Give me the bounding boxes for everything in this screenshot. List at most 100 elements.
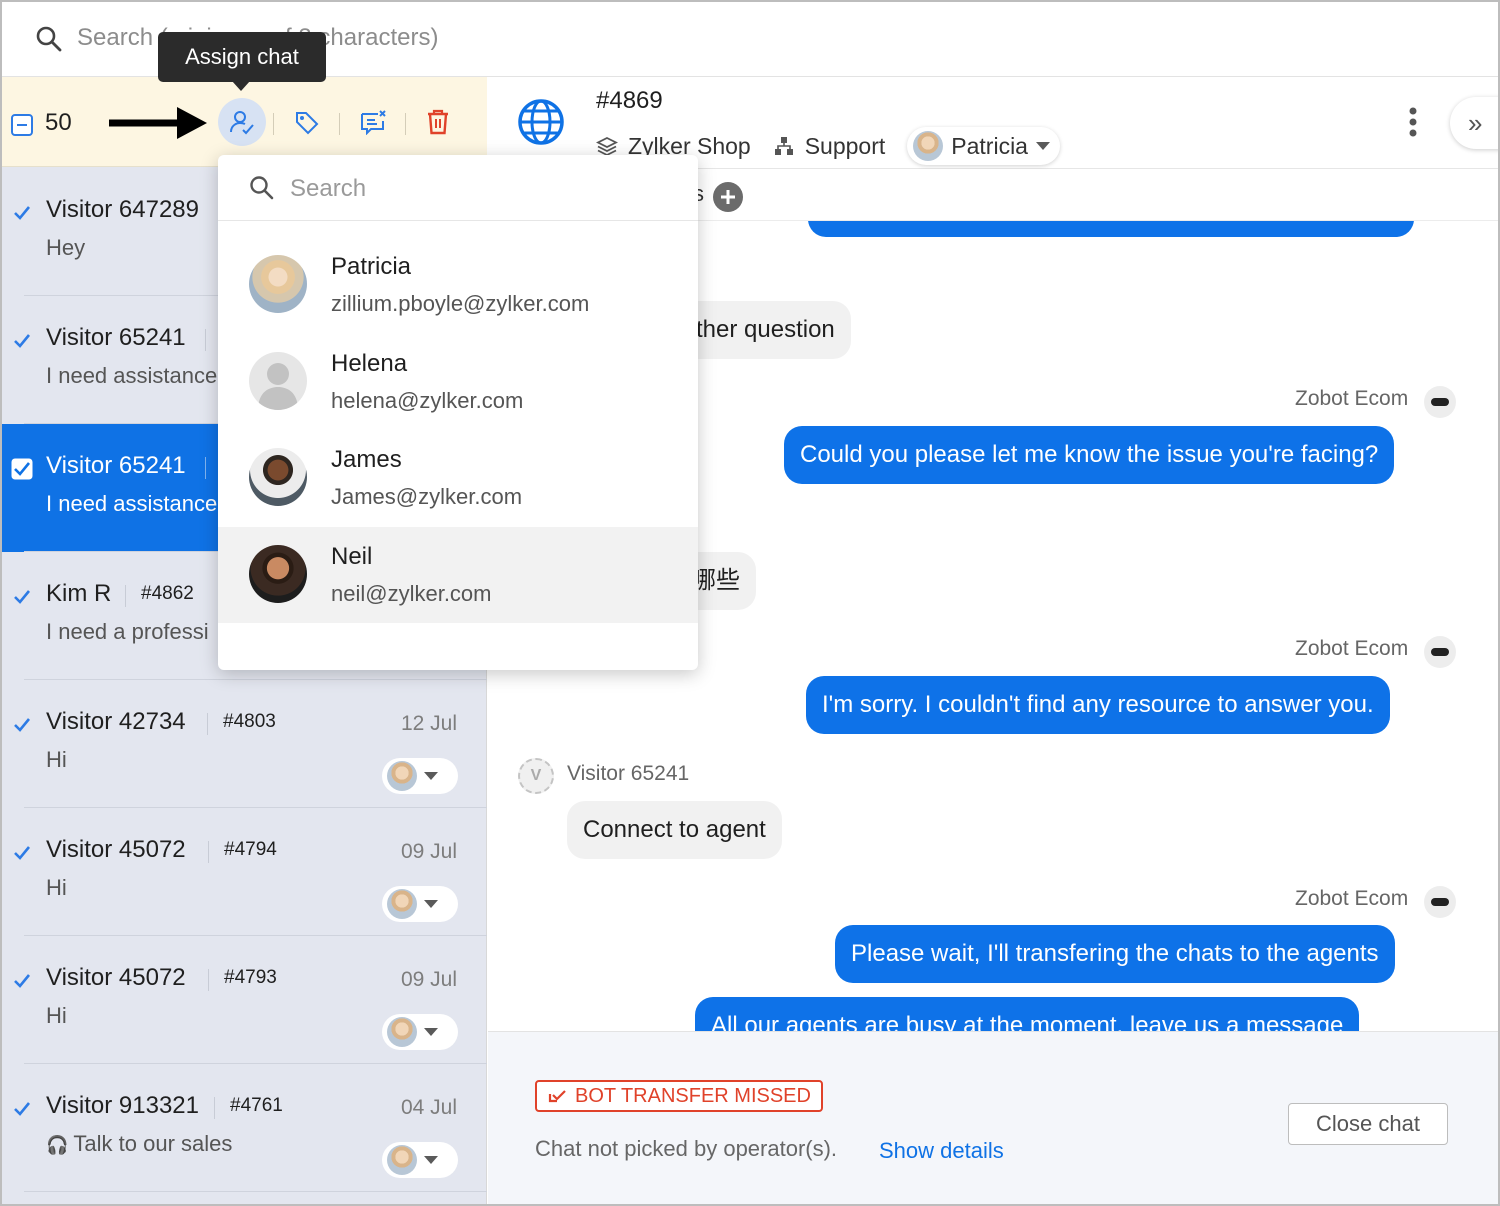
- message-bubble: ther question: [678, 301, 851, 359]
- divider: [24, 1191, 487, 1192]
- agent-option[interactable]: Helena helena@zylker.com: [218, 334, 698, 430]
- add-tag-icon[interactable]: [712, 181, 744, 213]
- sender-name: Zobot Ecom: [1295, 387, 1409, 410]
- checkbox-checked-icon[interactable]: [11, 714, 33, 736]
- chat-list-item[interactable]: Visitor 42734 #4803 Hi 12 Jul: [2, 680, 487, 808]
- assign-chat-button[interactable]: [218, 98, 266, 146]
- chat-id: #4761: [230, 1095, 283, 1116]
- agent-name: Patricia: [331, 253, 412, 280]
- message-bubble: I'm sorry. I couldn't find any resource …: [806, 676, 1390, 734]
- divider: [205, 457, 206, 479]
- message-bubble: Connect to agent: [567, 801, 782, 859]
- chat-list-item[interactable]: Visitor 913321 #4761 🎧 Talk to our sales 04…: [2, 1064, 487, 1192]
- bot-avatar-icon: [1424, 636, 1456, 668]
- chat-id: #4794: [224, 839, 277, 860]
- assign-user-icon: [230, 111, 254, 135]
- avatar: [913, 131, 944, 161]
- checkbox-checked-icon[interactable]: [11, 842, 33, 864]
- assigned-agent-dropdown[interactable]: Patricia: [907, 127, 1060, 165]
- bot-avatar-icon: [1424, 386, 1456, 418]
- avatar: [387, 761, 417, 791]
- department-icon: [774, 137, 793, 155]
- trash-icon: [428, 109, 448, 135]
- headset-icon: 🎧: [46, 1135, 74, 1155]
- agent-email: James@zylker.com: [331, 484, 523, 509]
- expand-panel-button[interactable]: »: [1450, 97, 1498, 149]
- status-note: Chat not picked by operator(s).: [535, 1136, 838, 1161]
- last-message: Hi: [46, 875, 67, 901]
- divider: [205, 329, 206, 351]
- assign-agent-chip[interactable]: [382, 1014, 458, 1050]
- assign-agent-chip[interactable]: [382, 1142, 458, 1178]
- visitor-name: Visitor 65241: [46, 324, 186, 351]
- last-message-text: Hi: [46, 875, 67, 900]
- divider: [214, 1097, 215, 1119]
- assigned-agent-name: Patricia: [951, 132, 1028, 159]
- chat-id: #4862: [141, 583, 194, 604]
- message-bubble-partial: [808, 221, 1414, 237]
- assign-agent-chip[interactable]: [382, 886, 458, 922]
- tag-icon: [296, 112, 319, 135]
- agent-option[interactable]: James James@zylker.com: [218, 430, 698, 526]
- close-chats-button[interactable]: [349, 98, 397, 146]
- chat-date: 04 Jul: [400, 1096, 457, 1119]
- status-badge: BOT TRANSFER MISSED: [535, 1080, 823, 1112]
- assign-agent-dropdown: Search Patricia zillium.pboyle@zylker.co…: [218, 155, 698, 670]
- agent-option[interactable]: Patricia zillium.pboyle@zylker.com: [218, 237, 698, 333]
- agent-name: Helena: [331, 350, 408, 377]
- divider: [208, 969, 209, 991]
- divider: [125, 585, 126, 607]
- checkbox-checked-icon[interactable]: [11, 330, 33, 352]
- caret-down-icon: [424, 1156, 438, 1164]
- assign-chat-tooltip: Assign chat: [158, 32, 326, 91]
- last-message: I need assistance: [46, 491, 217, 517]
- agent-email: neil@zylker.com: [331, 581, 492, 606]
- visitor-name: Visitor 42734: [46, 708, 186, 735]
- double-chevron-right-icon: »: [1468, 107, 1483, 138]
- last-message: Hi: [46, 1003, 67, 1029]
- checkbox-checked-icon[interactable]: [11, 202, 33, 224]
- chat-list-item[interactable]: Visitor 45072 #4793 Hi 09 Jul: [2, 936, 487, 1064]
- deselect-all-checkbox[interactable]: [11, 114, 33, 136]
- checkbox-checked-icon[interactable]: [11, 970, 33, 992]
- divider: [207, 713, 208, 735]
- checkbox-checked-icon[interactable]: [11, 586, 33, 608]
- checkbox-checked-icon[interactable]: [11, 458, 33, 480]
- sender-name: Visitor 65241: [567, 762, 690, 785]
- last-message: Hi: [46, 747, 67, 773]
- visitor-name: Visitor 45072: [46, 964, 186, 991]
- avatar: [249, 545, 307, 603]
- agent-email: helena@zylker.com: [331, 388, 524, 413]
- missed-arrow-icon: [548, 1090, 566, 1103]
- last-message-text: I need a professi: [46, 619, 209, 644]
- agent-option[interactable]: Neil neil@zylker.com: [218, 527, 698, 623]
- last-message-text: Hi: [46, 1003, 67, 1028]
- chat-list-item[interactable]: Visitor 45072 #4794 Hi 09 Jul: [2, 808, 487, 936]
- tag-chat-button[interactable]: [283, 98, 331, 146]
- last-message-text: Hi: [46, 747, 67, 772]
- delete-chats-button[interactable]: [414, 98, 462, 146]
- message-close-icon: [361, 110, 386, 135]
- last-message-text: I need assistance: [46, 363, 218, 388]
- chat-id: #4803: [223, 711, 276, 732]
- caret-down-icon: [424, 1028, 438, 1036]
- agent-search-field[interactable]: Search: [218, 155, 698, 221]
- last-message: I need assistance: [46, 363, 217, 389]
- selected-count: 50: [45, 109, 72, 136]
- message-bubble: All our agents are busy at the moment, l…: [695, 997, 1360, 1031]
- chat-status-footer: BOT TRANSFER MISSED Chat not picked by o…: [488, 1031, 1498, 1204]
- resize-handle[interactable]: ⋮: [1491, 632, 1498, 653]
- agent-search-input[interactable]: Search: [290, 175, 366, 203]
- status-badge-label: BOT TRANSFER MISSED: [575, 1085, 811, 1107]
- show-details-link[interactable]: Show details: [879, 1138, 1004, 1164]
- more-options-icon[interactable]: [1407, 107, 1419, 137]
- checkbox-checked-icon[interactable]: [11, 1098, 33, 1120]
- close-chat-button[interactable]: Close chat: [1288, 1103, 1448, 1145]
- visitor-name: Visitor 647289: [46, 196, 199, 223]
- last-message: 🎧 Talk to our sales: [46, 1131, 232, 1157]
- department-name: Support: [804, 132, 886, 159]
- avatar: [387, 889, 417, 919]
- avatar: [387, 1017, 417, 1047]
- assign-agent-chip[interactable]: [382, 758, 458, 794]
- visitor-name: Kim R: [46, 580, 112, 607]
